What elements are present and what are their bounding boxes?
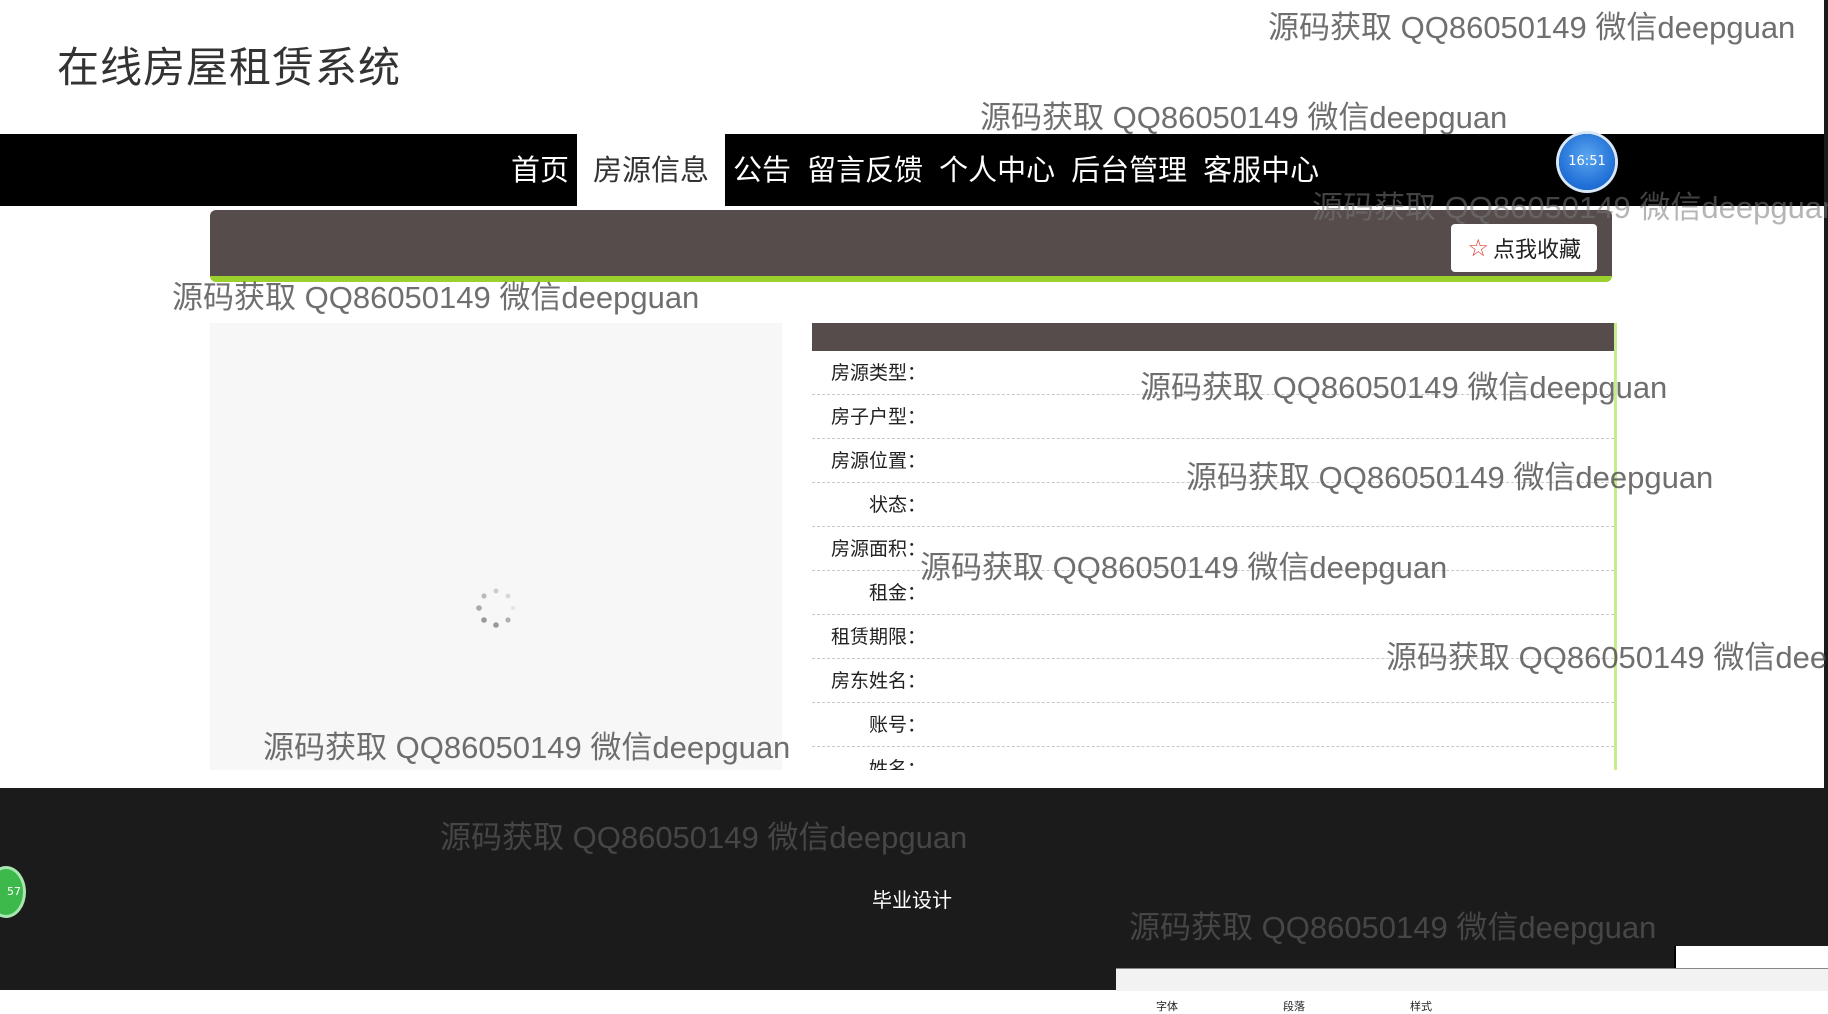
nav-menu: 首页 房源信息 公告 留言反馈 个人中心 后台管理 客服中心 bbox=[503, 134, 1327, 206]
footer-text: 毕业设计 bbox=[872, 888, 952, 912]
detail-label: 房源位置： bbox=[830, 450, 926, 472]
site-title: 在线房屋租赁系统 bbox=[57, 43, 402, 92]
clock-badge[interactable]: 16:51 bbox=[1559, 134, 1615, 190]
strip-window-edge bbox=[1674, 946, 1828, 968]
main-navbar: 首页 房源信息 公告 留言反馈 个人中心 后台管理 客服中心 bbox=[0, 134, 1824, 206]
nav-item-admin[interactable]: 后台管理 bbox=[1063, 134, 1195, 206]
detail-label: 账号： bbox=[868, 714, 926, 736]
detail-label: 租赁期限： bbox=[830, 626, 926, 648]
detail-row-area: 房源面积： bbox=[812, 527, 1614, 571]
ribbon-label-paragraph: 段落 bbox=[1283, 1000, 1305, 1013]
house-detail-panel: 房源类型： 房子户型： 房源位置： 状态： 房源面积： 租金： 租赁期限： 房东… bbox=[812, 323, 1617, 770]
ribbon-label-style: 样式 bbox=[1410, 1000, 1432, 1013]
detail-row-lease-term: 租赁期限： bbox=[812, 615, 1614, 659]
detail-label: 姓名： bbox=[868, 758, 926, 770]
window-edge bbox=[1824, 0, 1828, 990]
ribbon-label-font: 字体 bbox=[1156, 1000, 1178, 1013]
detail-label: 房东姓名： bbox=[830, 670, 926, 692]
watermark-text: 源码获取 QQ86050149 微信deepguan bbox=[1268, 10, 1796, 45]
detail-row-house-type: 房源类型： bbox=[812, 351, 1614, 395]
ribbon-labels: 字体 段落 样式 bbox=[1156, 998, 1432, 1014]
detail-row-rent: 租金： bbox=[812, 571, 1614, 615]
nav-item-feedback[interactable]: 留言反馈 bbox=[799, 134, 931, 206]
background-window-strip: 字体 段落 样式 bbox=[1116, 940, 1828, 1013]
detail-row-location: 房源位置： bbox=[812, 439, 1614, 483]
detail-label: 状态： bbox=[868, 494, 926, 516]
star-outline-icon: ☆ bbox=[1467, 234, 1489, 262]
detail-banner: ☆ 点我收藏 bbox=[210, 210, 1612, 282]
favorite-button-label: 点我收藏 bbox=[1492, 238, 1581, 263]
detail-label: 租金： bbox=[868, 582, 926, 604]
watermark-text: 源码获取 QQ86050149 微信deepguan bbox=[980, 100, 1508, 135]
detail-row-layout: 房子户型： bbox=[812, 395, 1614, 439]
detail-panel-header bbox=[812, 323, 1614, 351]
nav-item-home[interactable]: 首页 bbox=[503, 134, 577, 206]
house-image-carousel[interactable] bbox=[210, 323, 782, 859]
nav-item-profile[interactable]: 个人中心 bbox=[931, 134, 1063, 206]
ribbon-bar: 字体 段落 样式 bbox=[1116, 968, 1828, 1013]
detail-row-name: 姓名： bbox=[812, 747, 1614, 770]
favorite-button[interactable]: ☆ 点我收藏 bbox=[1451, 224, 1597, 272]
detail-row-status: 状态： bbox=[812, 483, 1614, 527]
loading-spinner-icon bbox=[476, 588, 515, 628]
nav-item-listings[interactable]: 房源信息 bbox=[577, 134, 726, 206]
detail-label: 房源面积： bbox=[830, 538, 926, 560]
detail-label: 房子户型： bbox=[830, 406, 926, 428]
detail-label: 房源类型： bbox=[830, 362, 926, 384]
detail-row-landlord: 房东姓名： bbox=[812, 659, 1614, 703]
nav-item-announcements[interactable]: 公告 bbox=[725, 134, 799, 206]
nav-item-support[interactable]: 客服中心 bbox=[1195, 134, 1327, 206]
detail-row-account: 账号： bbox=[812, 703, 1614, 747]
